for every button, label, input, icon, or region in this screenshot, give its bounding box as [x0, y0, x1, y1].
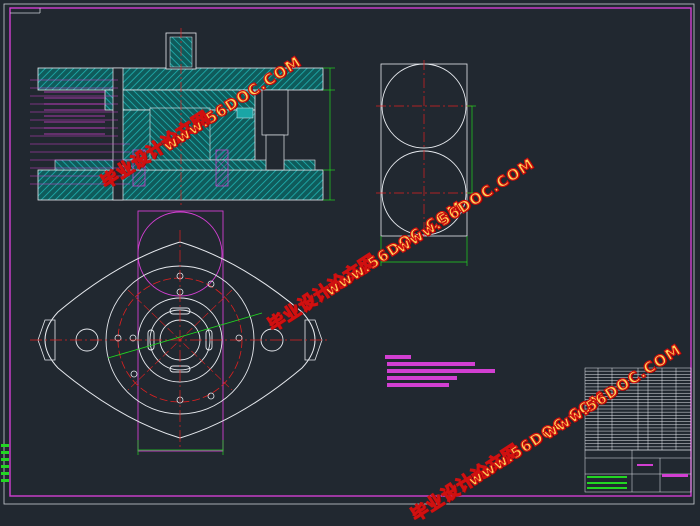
spring-right	[215, 149, 229, 187]
title-block	[584, 367, 692, 493]
guide-post-right	[261, 89, 289, 136]
lower-die-plate	[37, 169, 324, 201]
strip-outline	[137, 210, 224, 452]
plan-view	[30, 210, 330, 455]
title-block-text-marks	[587, 464, 688, 489]
technical-requirements	[385, 355, 495, 387]
cad-drawing-canvas	[1, 3, 695, 505]
left-margin-marks	[1, 444, 9, 482]
